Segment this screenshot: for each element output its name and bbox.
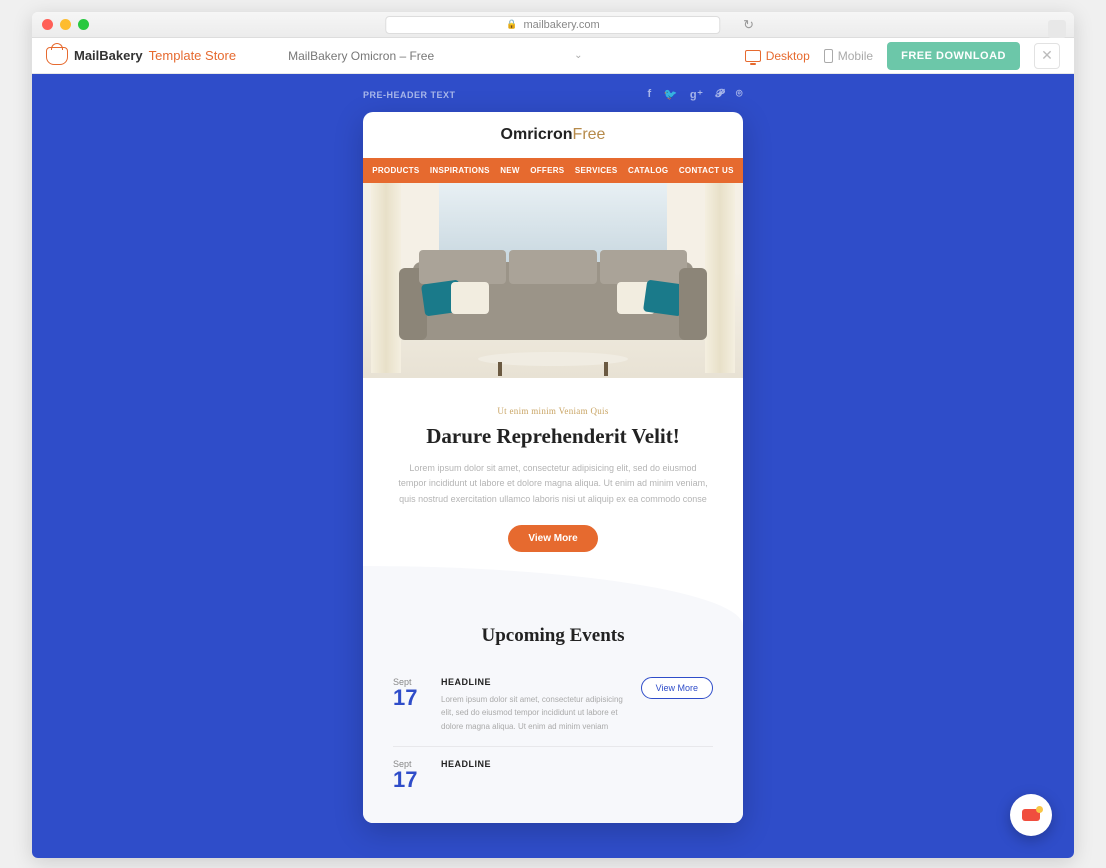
close-window-icon[interactable]	[42, 19, 53, 30]
mobile-label: Mobile	[838, 49, 873, 63]
event-body: HEADLINE	[441, 759, 713, 791]
social-icons: f 🐦 g⁺ 𝓟 ⌾	[648, 88, 743, 101]
toolbar-right: Desktop Mobile FREE DOWNLOAD ✕	[745, 42, 1060, 70]
minimize-window-icon[interactable]	[60, 19, 71, 30]
browser-window: 🔒 mailbakery.com ↻ MailBakery Template S…	[32, 12, 1074, 858]
facebook-icon[interactable]: f	[648, 88, 652, 101]
mobile-view-toggle[interactable]: Mobile	[824, 49, 873, 63]
events-section: Upcoming Events Sept 17 HEADLINE Lorem i…	[363, 625, 743, 823]
event-text: Lorem ipsum dolor sit amet, consectetur …	[441, 693, 627, 734]
template-name: MailBakery Omicron – Free	[288, 49, 434, 63]
pinterest-icon[interactable]: 𝓟	[715, 88, 723, 101]
address-bar[interactable]: 🔒 mailbakery.com	[385, 16, 720, 34]
event-view-more-button[interactable]: View More	[641, 677, 713, 699]
hero-couch	[413, 262, 693, 340]
event-body: HEADLINE Lorem ipsum dolor sit amet, con…	[441, 677, 627, 734]
preheader-text: PRE-HEADER TEXT	[363, 90, 456, 100]
event-headline: HEADLINE	[441, 759, 713, 769]
free-download-button[interactable]: FREE DOWNLOAD	[887, 42, 1020, 70]
hero-curtain-right	[705, 183, 735, 373]
window-corner	[1048, 20, 1066, 38]
email-template: OmricronFree PRODUCTS INSPIRATIONS NEW O…	[363, 112, 743, 823]
instagram-icon[interactable]: ⌾	[736, 88, 743, 101]
maximize-window-icon[interactable]	[78, 19, 89, 30]
mobile-icon	[824, 49, 833, 63]
event-item: Sept 17 HEADLINE Lorem ipsum dolor sit a…	[393, 665, 713, 747]
hero-pillow	[643, 280, 685, 317]
preview-viewport: PRE-HEADER TEXT f 🐦 g⁺ 𝓟 ⌾ OmricronFree …	[32, 74, 1074, 858]
nav-catalog[interactable]: CATALOG	[628, 166, 668, 175]
hero-pillow	[451, 282, 489, 314]
google-plus-icon[interactable]: g⁺	[690, 88, 704, 101]
events-title: Upcoming Events	[393, 625, 713, 647]
chef-hat-icon	[46, 47, 68, 65]
hero-image	[363, 183, 743, 378]
nav-offers[interactable]: OFFERS	[530, 166, 564, 175]
hero-cushions	[419, 250, 687, 284]
close-panel-button[interactable]: ✕	[1034, 43, 1060, 69]
body-text: Lorem ipsum dolor sit amet, consectetur …	[397, 461, 709, 507]
content-block: Ut enim minim Veniam Quis Darure Reprehe…	[363, 378, 743, 586]
eyebrow-text: Ut enim minim Veniam Quis	[397, 406, 709, 416]
desktop-view-toggle[interactable]: Desktop	[745, 49, 810, 63]
chat-fab[interactable]	[1010, 794, 1052, 836]
hero-table	[478, 352, 628, 366]
brand-sub: Template Store	[149, 48, 236, 63]
email-nav: PRODUCTS INSPIRATIONS NEW OFFERS SERVICE…	[363, 158, 743, 183]
nav-contact[interactable]: CONTACT US	[679, 166, 734, 175]
lock-icon: 🔒	[506, 19, 517, 30]
event-day: 17	[393, 687, 427, 709]
app-toolbar: MailBakery Template Store MailBakery Omi…	[32, 38, 1074, 74]
desktop-icon	[745, 50, 761, 62]
event-day: 17	[393, 769, 427, 791]
twitter-icon[interactable]: 🐦	[664, 88, 678, 101]
brand-logo-group[interactable]: MailBakery Template Store	[46, 47, 236, 65]
nav-services[interactable]: SERVICES	[575, 166, 618, 175]
url-text: mailbakery.com	[524, 19, 600, 31]
nav-inspirations[interactable]: INSPIRATIONS	[430, 166, 490, 175]
traffic-lights	[42, 19, 89, 30]
headline-text: Darure Reprehenderit Velit!	[397, 424, 709, 449]
preheader-row: PRE-HEADER TEXT f 🐦 g⁺ 𝓟 ⌾	[363, 88, 743, 101]
chat-icon	[1022, 809, 1040, 821]
event-item: Sept 17 HEADLINE	[393, 747, 713, 803]
window-titlebar: 🔒 mailbakery.com ↻	[32, 12, 1074, 38]
template-selector[interactable]: MailBakery Omicron – Free ⌄	[288, 49, 582, 63]
chevron-down-icon: ⌄	[574, 50, 582, 61]
email-brand-a: Omricron	[501, 126, 573, 143]
nav-products[interactable]: PRODUCTS	[372, 166, 419, 175]
email-brand: OmricronFree	[363, 112, 743, 158]
nav-new[interactable]: NEW	[500, 166, 520, 175]
brand-name: MailBakery	[74, 48, 143, 63]
hero-curtain-left	[371, 183, 401, 373]
reload-icon[interactable]: ↻	[743, 17, 754, 33]
desktop-label: Desktop	[766, 49, 810, 63]
view-more-button[interactable]: View More	[508, 525, 597, 552]
event-date: Sept 17	[393, 677, 427, 734]
email-brand-b: Free	[573, 126, 606, 143]
event-headline: HEADLINE	[441, 677, 627, 687]
event-date: Sept 17	[393, 759, 427, 791]
